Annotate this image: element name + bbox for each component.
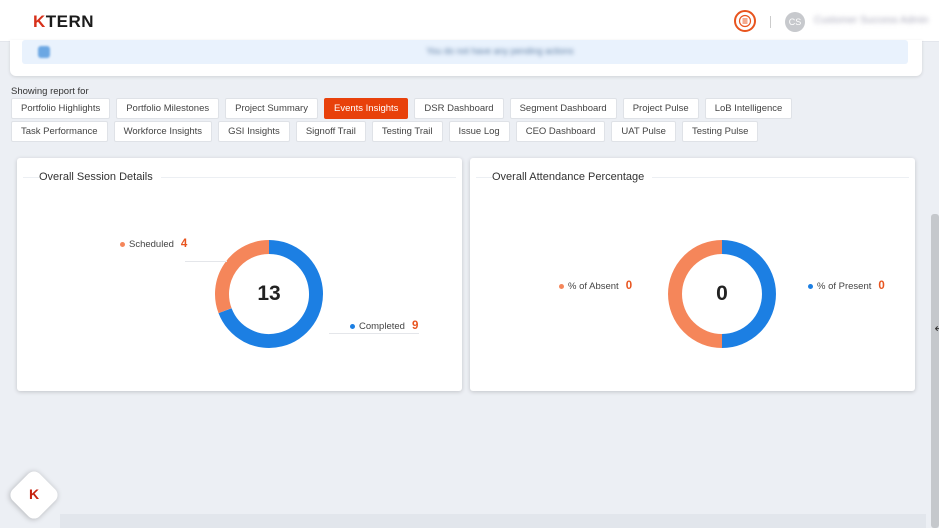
tab-testing-pulse[interactable]: Testing Pulse <box>681 121 759 142</box>
legend-value: 0 <box>878 280 885 292</box>
session-total-value: 13 <box>257 282 281 305</box>
legend-dot-icon <box>808 283 813 289</box>
tab-segment-dashboard[interactable]: Segment Dashboard <box>509 98 617 119</box>
tab-ceo-dashboard[interactable]: CEO Dashboard <box>515 121 606 142</box>
info-icon <box>38 46 50 58</box>
top-bar: K TERN CS Customer Success Admin <box>0 0 939 42</box>
tab-testing-trail[interactable]: Testing Trail <box>371 121 443 142</box>
logo-k-icon: K <box>33 12 46 31</box>
tab-issue-log[interactable]: Issue Log <box>448 121 510 142</box>
tab-dsr-dashboard[interactable]: DSR Dashboard <box>414 98 504 119</box>
tab-project-pulse[interactable]: Project Pulse <box>622 98 699 119</box>
legend-label: % of Absent <box>568 280 619 292</box>
tab-events-insights[interactable]: Events Insights <box>323 98 409 119</box>
tab-lob-intelligence[interactable]: LoB Intelligence <box>704 98 793 119</box>
session-details-card: Overall Session Details 13 Scheduled 4 C… <box>17 158 462 391</box>
scheduled-leader-line <box>185 250 227 262</box>
header-divider <box>770 16 771 28</box>
tab-project-summary[interactable]: Project Summary <box>225 98 318 119</box>
tab-task-performance[interactable]: Task Performance <box>11 121 108 142</box>
legend-scheduled: Scheduled 4 <box>120 238 187 250</box>
company-badge-icon[interactable] <box>734 10 756 32</box>
legend-value: 0 <box>625 280 633 292</box>
tab-gsi-insights[interactable]: GSI Insights <box>218 121 290 142</box>
ktern-k-icon[interactable]: K <box>25 485 43 503</box>
tab-uat-pulse[interactable]: UAT Pulse <box>611 121 676 142</box>
legend-label: % of Present <box>817 280 872 292</box>
legend-value: 9 <box>411 320 419 332</box>
attendance-center-value: 0 <box>716 282 728 305</box>
footer-strip <box>60 514 926 528</box>
card-title: Overall Session Details <box>39 171 161 183</box>
tab-signoff-trail[interactable]: Signoff Trail <box>295 121 366 142</box>
legend-label: Scheduled <box>129 238 174 250</box>
tab-portfolio-milestones[interactable]: Portfolio Milestones <box>116 98 220 119</box>
attendance-card: Overall Attendance Percentage 0 % of Abs… <box>470 158 915 391</box>
user-avatar[interactable]: CS <box>785 12 805 32</box>
company-emblem-icon <box>738 14 752 28</box>
legend-present: % of Present 0 <box>808 280 885 292</box>
page-scrollbar[interactable] <box>931 214 939 528</box>
card-title: Overall Attendance Percentage <box>492 171 653 183</box>
legend-label: Completed <box>359 320 405 332</box>
user-name[interactable]: Customer Success Admin <box>814 15 928 25</box>
report-tabs: Portfolio Highlights Portfolio Milestone… <box>11 98 891 142</box>
legend-completed: Completed 9 <box>350 320 418 332</box>
legend-dot-icon <box>120 241 125 247</box>
legend-value: 4 <box>180 238 188 250</box>
legend-dot-icon <box>350 323 355 329</box>
mouse-cursor-icon: ↲ <box>933 320 939 334</box>
showing-report-label: Showing report for <box>11 86 89 97</box>
legend-absent: % of Absent 0 <box>559 280 632 292</box>
tab-workforce-insights[interactable]: Workforce Insights <box>113 121 213 142</box>
logo-text: TERN <box>45 12 95 31</box>
tab-portfolio-highlights[interactable]: Portfolio Highlights <box>11 98 111 119</box>
notice-text: You do not have any pending actions <box>426 46 574 56</box>
ktern-logo[interactable]: K TERN <box>33 12 94 32</box>
legend-dot-icon <box>559 283 564 289</box>
